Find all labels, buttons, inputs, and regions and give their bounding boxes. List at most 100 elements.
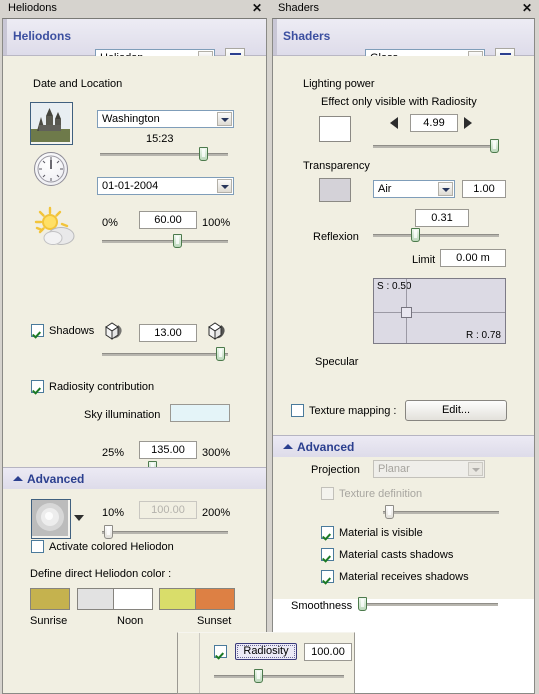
radiosity-popup-inner: Radiosity 100.00 bbox=[199, 633, 354, 693]
shadows-slider-knob[interactable] bbox=[216, 347, 225, 361]
reflexion-slider[interactable] bbox=[373, 228, 499, 242]
castle-thumbnail-icon bbox=[31, 103, 70, 142]
chevron-down-icon bbox=[468, 462, 483, 476]
texture-definition-slider bbox=[383, 505, 499, 519]
projection-combo: Planar bbox=[373, 460, 485, 478]
lighting-color-swatch[interactable] bbox=[319, 116, 351, 142]
radiosity-slider-knob[interactable] bbox=[254, 669, 263, 683]
radiosity-value-field[interactable]: 100.00 bbox=[304, 643, 352, 661]
smoothness-slider-track bbox=[358, 603, 498, 606]
texture-mapping-checkbox[interactable] bbox=[291, 404, 304, 417]
shader-advanced-header[interactable]: Advanced bbox=[273, 435, 534, 459]
texture-edit-button[interactable]: Edit... bbox=[405, 400, 507, 421]
shaders-body: Shaders Glass Lighting power Effect only… bbox=[272, 18, 535, 694]
chevron-down-icon[interactable] bbox=[438, 182, 453, 196]
limit-value-field[interactable]: 0.00 m bbox=[440, 249, 506, 267]
chevron-up-icon bbox=[13, 476, 23, 481]
shader-advanced-label: Advanced bbox=[297, 440, 355, 454]
list-icon bbox=[230, 53, 241, 55]
close-icon[interactable]: ✕ bbox=[522, 1, 532, 15]
material-casts-shadows-label: Material casts shadows bbox=[339, 549, 454, 561]
texture-definition-slider-track bbox=[383, 511, 499, 514]
projection-value: Planar bbox=[378, 463, 410, 475]
time-slider-knob[interactable] bbox=[199, 147, 208, 161]
header-accent-bar bbox=[3, 19, 7, 55]
decrement-lighting-icon[interactable] bbox=[390, 117, 398, 129]
lighting-value-field[interactable]: 4.99 bbox=[410, 114, 458, 132]
material-visible-label: Material is visible bbox=[339, 527, 423, 539]
radiosity-button[interactable]: Radiosity bbox=[235, 643, 297, 660]
transparency-value-field[interactable]: 1.00 bbox=[462, 180, 506, 198]
sun-slider[interactable] bbox=[102, 234, 228, 248]
clock-icon bbox=[34, 152, 68, 186]
shadows-slider-track bbox=[102, 353, 228, 356]
date-value: 01-01-2004 bbox=[102, 180, 159, 192]
material-casts-shadows-checkbox[interactable] bbox=[321, 548, 334, 561]
adv-min-label: 10% bbox=[102, 507, 125, 519]
specular-picker[interactable]: S : 0.50 R : 0.78 bbox=[373, 278, 506, 344]
sun-slider-knob[interactable] bbox=[173, 234, 182, 248]
cube-shadow-art bbox=[105, 322, 122, 340]
transparency-medium-combo[interactable]: Air bbox=[373, 180, 455, 198]
date-combo[interactable]: 01-01-2004 bbox=[97, 177, 234, 195]
time-slider[interactable] bbox=[100, 147, 228, 161]
shadows-checkbox[interactable] bbox=[31, 324, 44, 337]
gradient-dropdown-arrow-icon[interactable] bbox=[74, 515, 84, 521]
swatch-sunrise[interactable] bbox=[30, 588, 70, 610]
radiosity-popup: Radiosity 100.00 bbox=[177, 632, 355, 694]
swatch-label-sunset: Sunset bbox=[197, 615, 232, 627]
sky-illumination-field[interactable] bbox=[170, 404, 230, 422]
chevron-down-icon[interactable] bbox=[217, 112, 232, 126]
chevron-down-icon[interactable] bbox=[217, 179, 232, 193]
sky-max-label: 300% bbox=[202, 447, 231, 459]
sun-value-field[interactable]: 60.00 bbox=[139, 211, 197, 229]
heliodon-advanced-header[interactable]: Advanced bbox=[3, 467, 266, 491]
specular-handle[interactable] bbox=[401, 307, 412, 318]
material-receives-shadows-checkbox[interactable] bbox=[321, 570, 334, 583]
adv-value-field[interactable]: 100.00 bbox=[139, 501, 197, 519]
close-icon[interactable]: ✕ bbox=[252, 1, 262, 15]
shader-advanced-content: Projection Planar Texture definition Mat… bbox=[273, 457, 534, 612]
swatch-mid-morning[interactable] bbox=[77, 588, 117, 610]
reflexion-value-field[interactable]: 0.31 bbox=[415, 209, 469, 227]
location-combo[interactable]: Washington bbox=[97, 110, 234, 128]
lighting-power-label: Lighting power bbox=[303, 78, 375, 90]
reflexion-slider-knob[interactable] bbox=[411, 228, 420, 242]
lighting-slider[interactable] bbox=[373, 139, 499, 153]
lighting-slider-knob[interactable] bbox=[490, 139, 499, 153]
increment-lighting-icon[interactable] bbox=[464, 117, 472, 129]
shadows-slider[interactable] bbox=[102, 347, 228, 361]
swatch-label-sunrise: Sunrise bbox=[30, 615, 68, 627]
transparency-color-swatch[interactable] bbox=[319, 178, 351, 202]
shaders-content: Lighting power Effect only visible with … bbox=[273, 56, 534, 436]
radiosity-contribution-checkbox[interactable] bbox=[31, 380, 44, 393]
sun-max-label: 100% bbox=[202, 217, 231, 229]
smoothness-slider[interactable] bbox=[358, 597, 498, 611]
adv-slider-knob[interactable] bbox=[104, 525, 113, 539]
activate-colored-heliodon-checkbox[interactable] bbox=[31, 540, 44, 553]
swatch-afternoon[interactable] bbox=[159, 588, 199, 610]
specular-r-label: R : 0.78 bbox=[465, 330, 501, 341]
hard-shadow-icon bbox=[205, 321, 227, 341]
list-icon bbox=[500, 53, 511, 55]
sky-value-field[interactable]: 135.00 bbox=[139, 441, 197, 459]
location-thumbnail-button[interactable] bbox=[30, 102, 73, 145]
shaders-header-label: Shaders bbox=[283, 29, 331, 43]
shaders-header-strip: Shaders Glass bbox=[273, 19, 534, 68]
radiosity-enable-checkbox[interactable] bbox=[214, 645, 227, 658]
swatch-noon[interactable] bbox=[113, 588, 153, 610]
heliodon-gradient-button[interactable] bbox=[31, 499, 71, 539]
heliodons-content: Date and Location Washington 15:23 01-01… bbox=[3, 56, 266, 475]
swatch-sunset[interactable] bbox=[195, 588, 235, 610]
shaders-window-title: Shaders bbox=[278, 2, 319, 14]
heliodons-header-label: Heliodons bbox=[13, 29, 72, 43]
specular-label: Specular bbox=[315, 356, 359, 368]
texture-definition-label: Texture definition bbox=[339, 488, 423, 500]
shadows-value-field[interactable]: 13.00 bbox=[139, 324, 197, 342]
material-visible-checkbox[interactable] bbox=[321, 526, 334, 539]
smoothness-slider-knob[interactable] bbox=[358, 597, 367, 611]
adv-slider[interactable] bbox=[102, 525, 228, 539]
lighting-hint-label: Effect only visible with Radiosity bbox=[321, 96, 477, 108]
radiosity-slider[interactable] bbox=[214, 669, 344, 683]
transparency-medium-value: Air bbox=[378, 183, 392, 195]
